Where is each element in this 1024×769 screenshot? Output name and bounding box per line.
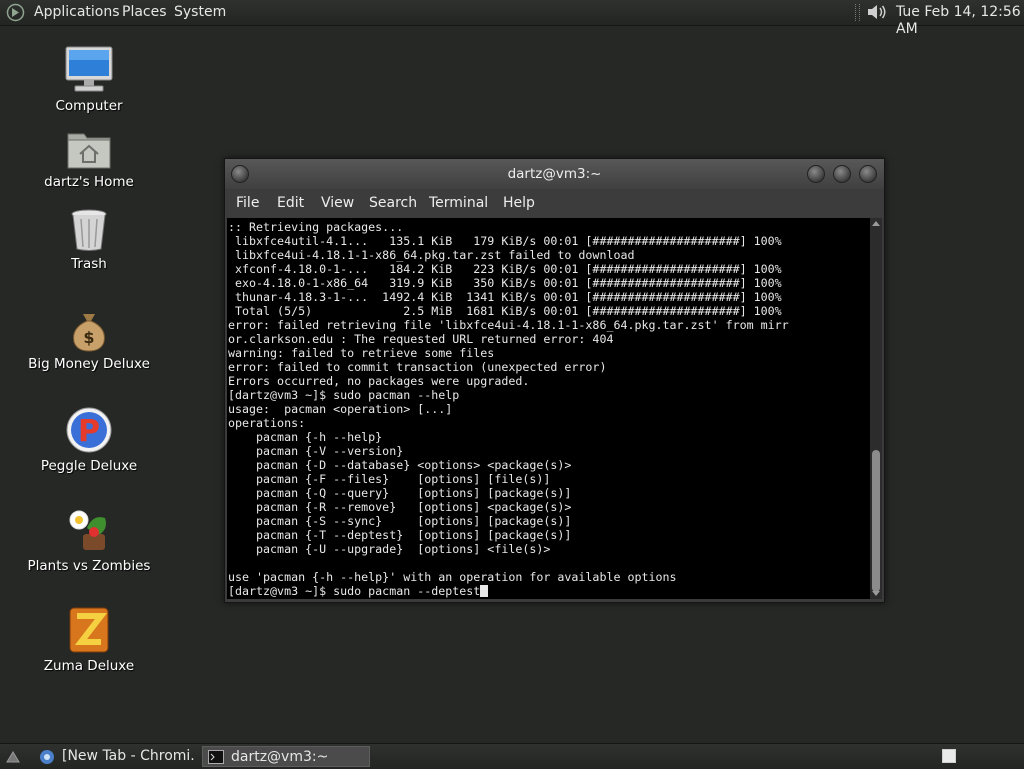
desktop-icon-home[interactable]: dartz's Home (14, 128, 164, 190)
desktop-icon-label: Zuma Deluxe (43, 658, 135, 674)
terminal-titlebar[interactable]: dartz@vm3:~ (225, 159, 884, 189)
terminal-line: error: failed retrieving file 'libxfce4u… (228, 318, 789, 332)
terminal-line: pacman {-S --sync} [options] [package(s)… (228, 514, 572, 528)
scroll-down-arrow-icon[interactable] (872, 591, 880, 596)
peggle-icon: P (66, 407, 112, 453)
system-menu[interactable]: System (174, 4, 226, 21)
svg-text:$: $ (83, 328, 94, 347)
svg-text:P: P (78, 414, 100, 449)
desktop-icon-label: Plants vs Zombies (27, 558, 151, 574)
minimize-button[interactable] (807, 165, 825, 183)
terminal-output[interactable]: :: Retrieving packages... libxfce4util-4… (227, 218, 870, 599)
menu-edit[interactable]: Edit (277, 195, 304, 211)
desktop-icon-peggle[interactable]: P Peggle Deluxe (14, 406, 164, 474)
terminal-line: error: failed to commit transaction (une… (228, 360, 607, 374)
terminal-window[interactable]: dartz@vm3:~ File Edit View Search Termin… (224, 158, 885, 603)
terminal-line: :: Retrieving packages... (228, 220, 404, 234)
taskbar-item-label: dartz@vm3:~ (231, 749, 329, 765)
terminal-line: pacman {-h --help} (228, 430, 383, 444)
terminal-line: pacman {-U --upgrade} [options] <file(s)… (228, 542, 551, 556)
terminal-line: pacman {-T --deptest} [options] [package… (228, 528, 572, 542)
taskbar-item-label: [New Tab - Chromi... (62, 748, 196, 764)
terminal-line: pacman {-Q --query} [options] [package(s… (228, 486, 572, 500)
desktop-icon-label: Big Money Deluxe (28, 356, 150, 372)
terminal-line: operations: (228, 416, 306, 430)
applications-menu[interactable]: Applications (34, 4, 120, 21)
desktop-icon-plants-vs-zombies[interactable]: Plants vs Zombies (14, 506, 164, 574)
taskbar-item-terminal[interactable]: dartz@vm3:~ (202, 746, 370, 767)
bottom-panel: [New Tab - Chromi... dartz@vm3:~ (0, 743, 1024, 769)
terminal-line: pacman {-D --database} <options> <packag… (228, 458, 572, 472)
show-desktop-icon[interactable] (6, 749, 20, 763)
window-title: dartz@vm3:~ (507, 166, 602, 182)
desktop-icon-label: Peggle Deluxe (40, 458, 138, 474)
desktop-icon-big-money[interactable]: $ Big Money Deluxe (14, 310, 164, 372)
distro-logo-icon[interactable] (6, 3, 25, 22)
taskbar-item-chromium[interactable]: [New Tab - Chromi... (34, 746, 196, 767)
menu-search[interactable]: Search (369, 195, 417, 211)
terminal-line: libxfce4util-4.1... 135.1 KiB 179 KiB/s … (228, 234, 782, 248)
terminal-line: Errors occurred, no packages were upgrad… (228, 374, 530, 388)
terminal-prompt-line: [dartz@vm3 ~]$ sudo pacman --deptest (228, 584, 481, 598)
trash-icon (71, 209, 107, 251)
chromium-icon (39, 749, 55, 767)
terminal-cursor (480, 585, 489, 597)
menu-file[interactable]: File (236, 195, 259, 211)
scrollbar-thumb[interactable] (872, 450, 880, 592)
close-button[interactable] (859, 165, 877, 183)
desktop-icon-trash[interactable]: Trash (14, 208, 164, 272)
volume-icon[interactable] (866, 2, 888, 26)
top-panel: Applications Places System Tue Feb 14, 1… (0, 0, 1024, 37)
terminal-line: warning: failed to retrieve some files (228, 346, 495, 360)
places-menu[interactable]: Places (122, 4, 167, 21)
clock[interactable]: Tue Feb 14, 12:56 AM (896, 4, 1024, 38)
maximize-button[interactable] (833, 165, 851, 183)
panel-separator (855, 4, 860, 21)
desktop-icon-label: Trash (71, 256, 107, 272)
desktop-icon-computer[interactable]: Computer (14, 46, 164, 114)
desktop-icon-zuma[interactable]: Zuma Deluxe (14, 606, 164, 674)
menu-terminal[interactable]: Terminal (429, 195, 488, 211)
desktop-icon-label: dartz's Home (44, 174, 134, 190)
terminal-line: thunar-4.18.3-1-... 1492.4 KiB 1341 KiB/… (228, 290, 782, 304)
terminal-line: pacman {-F --files} [options] [file(s)] (228, 472, 551, 486)
plants-vs-zombies-icon (69, 510, 106, 550)
terminal-line: Total (5/5) 2.5 MiB 1681 KiB/s 00:01 [##… (228, 304, 782, 318)
terminal-line: libxfce4ui-4.18.1-1-x86_64.pkg.tar.zst f… (228, 248, 635, 262)
terminal-text: :: Retrieving packages... libxfce4util-4… (227, 218, 870, 598)
desktop-icon-label: Computer (55, 98, 123, 114)
scroll-up-arrow-icon[interactable] (872, 221, 880, 226)
terminal-line: exo-4.18.0-1-x86_64 319.9 KiB 350 KiB/s … (228, 276, 782, 290)
terminal-line: [dartz@vm3 ~]$ sudo pacman --help (228, 388, 460, 402)
workspace-switcher[interactable] (942, 749, 956, 763)
menu-help[interactable]: Help (503, 195, 535, 211)
terminal-scrollbar[interactable] (870, 218, 882, 599)
home-folder-icon (67, 133, 111, 169)
terminal-line: use 'pacman {-h --help}' with an operati… (228, 570, 677, 584)
money-bag-icon: $ (73, 314, 105, 352)
terminal-line: usage: pacman <operation> [...] (228, 402, 453, 416)
menu-view[interactable]: View (321, 195, 354, 211)
terminal-icon (208, 750, 224, 766)
terminal-menubar: File Edit View Search Terminal Help (225, 189, 884, 217)
zuma-icon (69, 607, 109, 653)
terminal-line: or.clarkson.edu : The requested URL retu… (228, 332, 614, 346)
terminal-line: pacman {-V --version} (228, 444, 404, 458)
computer-icon (65, 46, 113, 92)
terminal-line: pacman {-R --remove} [options] <package(… (228, 500, 572, 514)
terminal-line: xfconf-4.18.0-1-... 184.2 KiB 223 KiB/s … (228, 262, 782, 276)
